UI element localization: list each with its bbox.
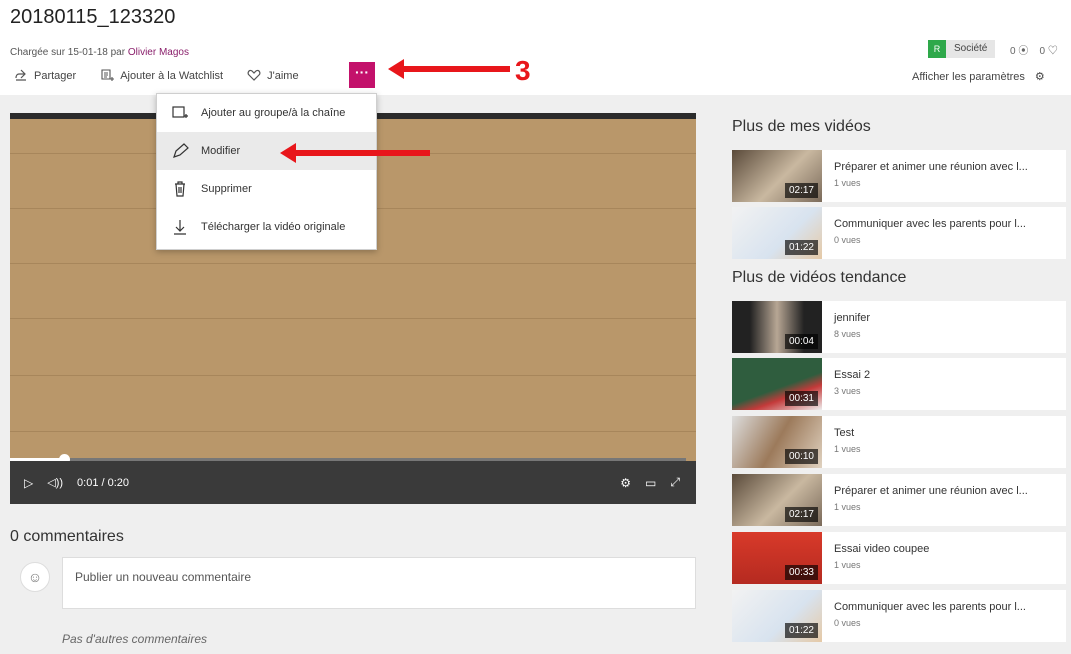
views-count: 0 (1010, 46, 1016, 57)
share-icon (14, 68, 28, 85)
video-card-views: 1 vues (834, 444, 861, 454)
play-icon[interactable]: ▷ (24, 476, 33, 490)
company-label: Société (946, 40, 996, 58)
gear-icon: ⚙ (1034, 71, 1045, 83)
likes-count: 0 (1039, 46, 1046, 57)
menu-item-label: Supprimer (201, 183, 252, 195)
share-label: Partager (34, 70, 77, 82)
more-options-button[interactable]: ··· (349, 62, 375, 88)
video-texture (10, 263, 696, 264)
comments-title: 0 commentaires (10, 528, 124, 545)
duration-badge: 02:17 (784, 183, 818, 198)
watchlist-icon (100, 68, 115, 85)
upload-date-text: Chargée sur 15-01-18 par (10, 47, 128, 58)
video-thumbnail: 00:31 (732, 358, 822, 410)
watchlist-button[interactable]: Ajouter à la Watchlist (100, 68, 223, 85)
video-title: 20180115_123320 (10, 6, 176, 28)
duration-badge: 00:33 (784, 565, 818, 580)
video-thumbnail: 02:17 (732, 474, 822, 526)
duration-badge: 00:10 (784, 449, 818, 464)
heart-outline-icon: ♡ (1047, 46, 1058, 57)
watchlist-label: Ajouter à la Watchlist (120, 70, 224, 82)
video-card-views: 0 vues (834, 618, 861, 628)
annotation-arrow (388, 59, 510, 79)
video-card-views: 1 vues (834, 178, 861, 188)
video-card-title: Essai video coupee (834, 543, 930, 555)
like-button[interactable]: J'aime (247, 68, 299, 85)
company-badge[interactable]: R Société (928, 40, 996, 58)
video-thumbnail: 02:17 (732, 150, 822, 202)
video-card[interactable]: 01:22 Communiquer avec les parents pour … (732, 207, 1066, 259)
video-thumbnail: 01:22 (732, 207, 822, 259)
video-card-views: 8 vues (834, 329, 861, 339)
video-card-title: Préparer et animer une réunion avec l... (834, 485, 1028, 497)
time-display: 0:01 / 0:20 (77, 476, 130, 489)
my-videos-heading: Plus de mes vidéos (732, 118, 871, 135)
player-gear-icon[interactable]: ⚙ (620, 476, 631, 490)
video-texture (10, 318, 696, 319)
uploader-link[interactable]: Olivier Magos (128, 47, 189, 58)
video-card-title: Test (834, 427, 855, 439)
menu-item-label: Ajouter au groupe/à la chaîne (201, 107, 346, 119)
duration-badge: 00:04 (784, 334, 818, 349)
video-texture (10, 431, 696, 432)
video-card-title: jennifer (834, 312, 871, 324)
duration-badge: 02:17 (784, 507, 818, 522)
fullscreen-icon[interactable]: ⤢ (670, 475, 680, 490)
menu-item-label: Télécharger la vidéo originale (201, 221, 346, 233)
menu-item-delete[interactable]: Supprimer (157, 170, 376, 208)
video-card-title: Essai 2 (834, 369, 871, 381)
volume-icon[interactable]: ◁)) (47, 476, 63, 489)
video-card[interactable]: 02:17 Préparer et animer une réunion ave… (732, 150, 1066, 202)
video-card-views: 1 vues (834, 560, 861, 570)
video-card[interactable]: 00:33 Essai video coupee 1 vues (732, 532, 1066, 584)
video-thumbnail: 00:33 (732, 532, 822, 584)
trending-heading: Plus de vidéos tendance (732, 269, 907, 286)
video-card[interactable]: 00:10 Test 1 vues (732, 416, 1066, 468)
duration-badge: 01:22 (784, 623, 818, 638)
video-card-title: Communiquer avec les parents pour l... (834, 601, 1026, 613)
step-number: 3 (515, 55, 531, 86)
download-icon (171, 218, 189, 236)
comment-input[interactable]: Publier un nouveau commentaire (62, 557, 696, 609)
video-thumbnail: 00:10 (732, 416, 822, 468)
video-thumbnail: 01:22 (732, 590, 822, 642)
video-card-title: Communiquer avec les parents pour l... (834, 218, 1026, 230)
video-stats: 0 ⦿ 0 ♡ (1010, 42, 1058, 57)
duration-badge: 01:22 (784, 240, 818, 255)
video-card[interactable]: 00:04 jennifer 8 vues (732, 301, 1066, 353)
video-card[interactable]: 01:22 Communiquer avec les parents pour … (732, 590, 1066, 642)
settings-label: Afficher les paramètres (912, 70, 1025, 83)
company-icon: R (928, 40, 946, 58)
share-button[interactable]: Partager (14, 68, 76, 85)
menu-item-add-to-group[interactable]: Ajouter au groupe/à la chaîne (157, 94, 376, 132)
no-more-comments: Pas d'autres commentaires (62, 632, 208, 646)
annotation-arrow (280, 143, 430, 163)
heart-icon (247, 68, 261, 85)
video-card[interactable]: 02:17 Préparer et animer une réunion ave… (732, 474, 1066, 526)
play-circle-icon: ⦿ (1018, 46, 1029, 57)
video-card-views: 1 vues (834, 502, 861, 512)
video-card-title: Préparer et animer une réunion avec l... (834, 161, 1028, 173)
more-options-menu: Ajouter au groupe/à la chaîne Modifier S… (156, 93, 377, 250)
trash-icon (171, 180, 189, 198)
add-to-group-icon (171, 104, 189, 122)
video-thumbnail: 00:04 (732, 301, 822, 353)
player-controls: ▷ ◁)) 0:01 / 0:20 ⚙ ▭ ⤢ (10, 461, 696, 504)
pencil-icon (171, 142, 189, 160)
captions-icon[interactable]: ▭ (645, 476, 656, 490)
duration-badge: 00:31 (784, 391, 818, 406)
video-card-views: 0 vues (834, 235, 861, 245)
upload-info: Chargée sur 15-01-18 par Olivier Magos (10, 47, 189, 58)
action-bar: Partager Ajouter à la Watchlist J'aime (14, 64, 323, 88)
menu-item-download[interactable]: Télécharger la vidéo originale (157, 208, 376, 246)
like-label: J'aime (267, 70, 299, 82)
video-card-views: 3 vues (834, 386, 861, 396)
show-settings-link[interactable]: Afficher les paramètres ⚙ (912, 70, 1045, 84)
video-texture (10, 375, 696, 376)
menu-item-label: Modifier (201, 145, 241, 157)
avatar: ☺ (20, 562, 50, 592)
video-card[interactable]: 00:31 Essai 2 3 vues (732, 358, 1066, 410)
